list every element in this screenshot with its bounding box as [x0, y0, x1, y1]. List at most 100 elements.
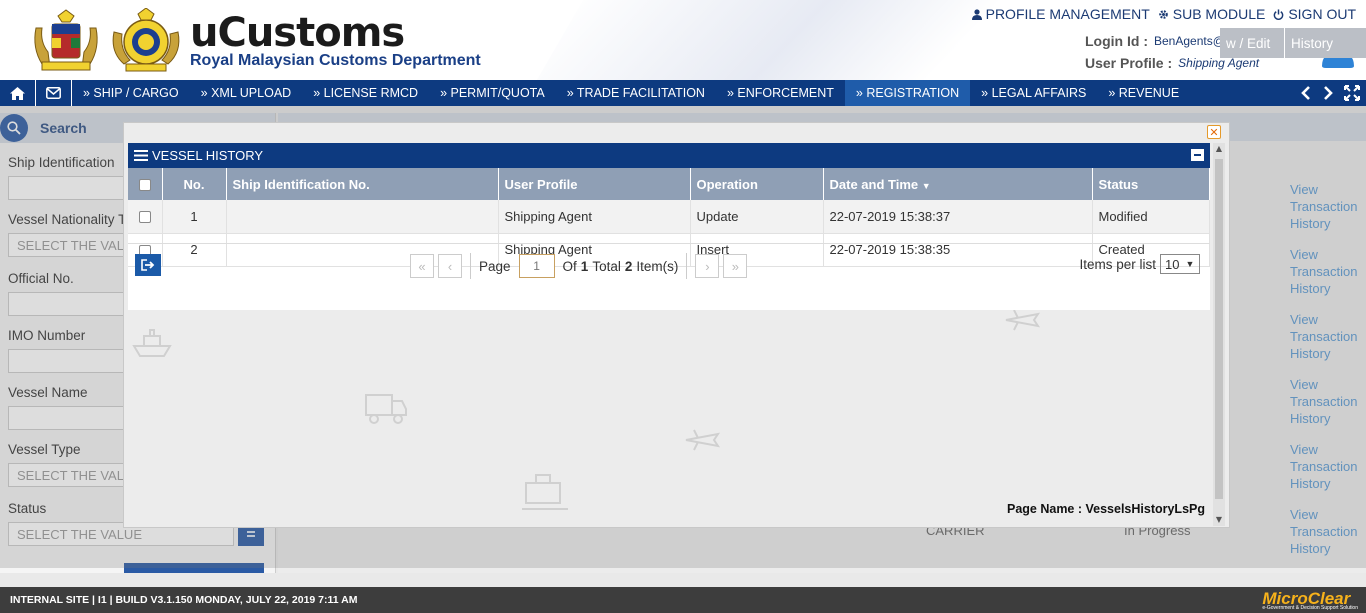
col-view-edit: w / Edit [1220, 28, 1284, 58]
nav-ship-cargo[interactable]: » SHIP / CARGO [72, 80, 190, 106]
total-items: 2 [624, 258, 633, 274]
last-page-button[interactable]: » [723, 254, 748, 278]
top-links: PROFILE MANAGEMENT SUB MODULE SIGN OUT [971, 6, 1356, 22]
home-icon [10, 86, 25, 100]
items-per-list: Items per list 10 ▼ [1079, 254, 1200, 274]
brand-subtitle: Royal Malaysian Customs Department [190, 52, 481, 69]
col-history: History [1285, 28, 1366, 58]
page-label: Page [479, 258, 511, 274]
pager: « ‹ Page 1 Of 1 Total 2 Item(s) › » Item… [128, 243, 1210, 285]
profile-management-link[interactable]: PROFILE MANAGEMENT [971, 6, 1150, 22]
minimize-button[interactable] [1191, 149, 1204, 161]
sign-out-label: SIGN OUT [1288, 6, 1356, 22]
mail-button[interactable] [36, 80, 72, 106]
nav-enforcement[interactable]: » ENFORCEMENT [716, 80, 845, 106]
nav-trade-facilitation[interactable]: » TRADE FACILITATION [556, 80, 716, 106]
sub-module-link[interactable]: SUB MODULE [1158, 6, 1266, 22]
national-crest-icon [34, 9, 98, 71]
pagination: « ‹ Page 1 Of 1 Total 2 Item(s) › » [410, 253, 748, 279]
microclear-logo: MicroClear e-Government & Decision Suppor… [1262, 589, 1358, 611]
close-icon: ✕ [1209, 125, 1219, 139]
nav-xml-upload[interactable]: » XML UPLOAD [190, 80, 303, 106]
chevron-left-icon: ‹ [447, 258, 453, 274]
close-button[interactable]: ✕ [1207, 125, 1221, 139]
main-nav: » SHIP / CARGO » XML UPLOAD » LICENSE RM… [0, 80, 1366, 106]
chevron-right-icon: › [705, 258, 710, 274]
sort-desc-icon: ▼ [921, 180, 931, 191]
scroll-thumb[interactable] [1215, 159, 1223, 499]
power-icon [1274, 8, 1284, 20]
train-watermark-icon [522, 474, 568, 510]
login-id-label: Login Id : [1085, 33, 1148, 49]
cell-date-time: 22-07-2019 15:38:37 [823, 200, 1093, 234]
select-all-checkbox[interactable] [138, 179, 151, 192]
divider [686, 253, 688, 279]
plane-watermark-icon [685, 429, 720, 451]
double-chevron-left-icon: « [418, 258, 426, 274]
cell-no: 1 [162, 200, 227, 234]
app-header: uCustoms Royal Malaysian Customs Departm… [0, 0, 1366, 80]
page-name: Page Name : VesselsHistoryLsPg [1006, 502, 1205, 516]
table-header-row: No. Ship Identification No. User Profile… [128, 168, 1210, 200]
row-checkbox[interactable] [138, 211, 151, 224]
ship-watermark-icon [132, 329, 172, 357]
sign-out-link[interactable]: SIGN OUT [1273, 6, 1356, 22]
plane-watermark-icon [1005, 309, 1040, 331]
col-date-time[interactable]: Date and Time ▼ [823, 168, 1093, 200]
row-select [128, 200, 163, 234]
chevron-left-icon[interactable] [1300, 85, 1312, 101]
user-profile-label: User Profile : [1085, 55, 1173, 71]
vessel-history-dialog: ✕ ▲ ▼ VESSEL HISTORY No. Ship Identifica… [123, 122, 1230, 528]
col-operation[interactable]: Operation [690, 168, 824, 200]
exit-icon [141, 259, 155, 271]
brand: uCustoms Royal Malaysian Customs Departm… [190, 10, 481, 70]
nav-revenue[interactable]: » REVENUE [1097, 80, 1190, 106]
divider [470, 253, 471, 279]
nav-license-rmcd[interactable]: » LICENSE RMCD [302, 80, 429, 106]
items-per-list-label: Items per list [1079, 256, 1156, 272]
nav-legal-affairs[interactable]: » LEGAL AFFAIRS [970, 80, 1097, 106]
scroll-up-icon[interactable]: ▲ [1215, 145, 1223, 153]
cell-user-profile: Shipping Agent [498, 200, 691, 234]
footer: INTERNAL SITE | I1 | BUILD V3.1.150 MOND… [0, 587, 1366, 613]
col-user-profile[interactable]: User Profile [498, 168, 691, 200]
home-button[interactable] [0, 80, 36, 106]
exit-button[interactable] [135, 254, 161, 276]
envelope-icon [46, 87, 61, 99]
gear-icon [1158, 9, 1168, 19]
items-per-list-select[interactable]: 10 ▼ [1160, 254, 1200, 274]
next-page-button[interactable]: › [695, 254, 720, 278]
modal-scrollbar[interactable]: ▲ ▼ [1213, 143, 1225, 526]
col-no[interactable]: No. [162, 168, 227, 200]
cell-operation: Update [690, 200, 824, 234]
col-status[interactable]: Status [1092, 168, 1210, 200]
total-label: Total [592, 258, 621, 274]
nav-registration[interactable]: » REGISTRATION [844, 80, 971, 106]
customs-emblem-icon [112, 8, 180, 72]
double-chevron-right-icon: » [731, 258, 739, 274]
table-row[interactable]: 1 Shipping Agent Update 22-07-2019 15:38… [128, 200, 1210, 234]
vessel-history-panel: VESSEL HISTORY No. Ship Identification N… [128, 143, 1210, 310]
first-page-button[interactable]: « [410, 254, 434, 278]
col-date-time-label: Date and Time [829, 176, 919, 192]
profile-management-label: PROFILE MANAGEMENT [985, 6, 1150, 22]
items-label: Item(s) [636, 258, 679, 274]
build-info: INTERNAL SITE | I1 | BUILD V3.1.150 MOND… [10, 594, 358, 606]
scroll-down-icon[interactable]: ▼ [1215, 516, 1223, 524]
user-icon [971, 8, 982, 20]
items-per-list-value: 10 [1165, 256, 1180, 272]
fullscreen-icon[interactable] [1344, 85, 1360, 101]
page-number-input[interactable]: 1 [518, 254, 555, 278]
chevron-right-icon[interactable] [1322, 85, 1334, 101]
dropdown-arrow-icon: ▼ [1185, 259, 1195, 269]
cell-ship-id [226, 200, 499, 234]
list-icon [134, 150, 148, 161]
nav-permit-quota[interactable]: » PERMIT/QUOTA [429, 80, 556, 106]
panel-title-bar: VESSEL HISTORY [128, 143, 1210, 168]
microclear-tagline: e-Government & Decision Support Solution [1262, 605, 1358, 611]
panel-title: VESSEL HISTORY [152, 148, 264, 163]
col-ship-id[interactable]: Ship Identification No. [226, 168, 499, 200]
sub-module-label: SUB MODULE [1172, 6, 1266, 22]
truck-watermark-icon [365, 394, 407, 424]
prev-page-button[interactable]: ‹ [438, 254, 462, 278]
